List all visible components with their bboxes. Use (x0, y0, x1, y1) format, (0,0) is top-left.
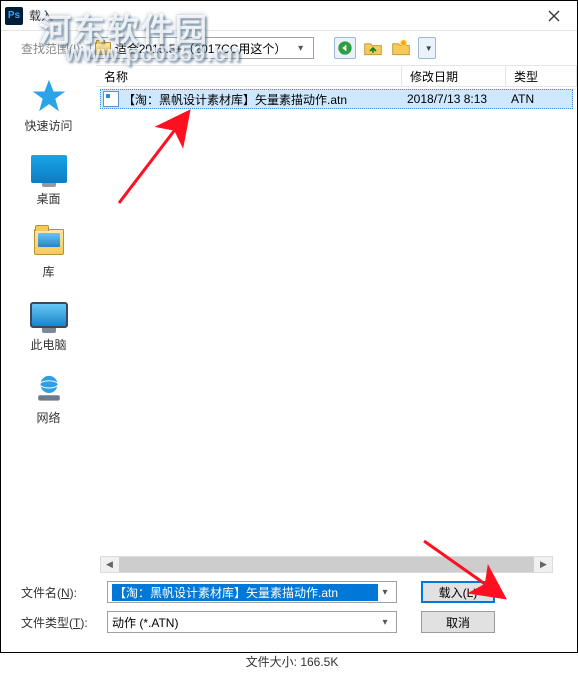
look-in-combobox[interactable]: 适合2015.5+（2017CC用这个） ▾ (90, 37, 314, 59)
new-folder-icon (391, 39, 411, 57)
quick-access-icon (29, 79, 69, 113)
chevron-down-icon: ▾ (293, 43, 309, 54)
places-bar: 快速访问 桌面 库 此电脑 网络 (1, 65, 96, 573)
horizontal-scrollbar[interactable]: ◀ ▶ (100, 556, 553, 573)
chevron-down-icon: ▾ (378, 617, 392, 628)
look-in-value: 适合2015.5+（2017CC用这个） (115, 40, 293, 57)
places-this-pc[interactable]: 此电脑 (1, 290, 96, 363)
file-icon (103, 91, 119, 107)
column-type[interactable]: 类型 (506, 66, 577, 86)
file-list[interactable]: 【淘：黑帆设计素材库】矢量素描动作.atn 2018/7/13 8:13 ATN… (96, 87, 577, 573)
back-arrow-icon (337, 40, 353, 56)
file-date: 2018/7/13 8:13 (407, 92, 511, 106)
look-in-row: 查找范围(I): 适合2015.5+（2017CC用这个） ▾ (1, 31, 577, 65)
list-header: 名称 修改日期 类型 (96, 65, 577, 87)
title-bar: Ps 载入 (1, 1, 577, 31)
filename-label: 文件名(N): (21, 584, 97, 601)
scrollbar-thumb[interactable] (119, 557, 534, 572)
window-title: 载入 (29, 7, 531, 24)
places-label: 网络 (36, 409, 60, 426)
bottom-controls: 文件名(N): 【淘：黑帆设计素材库】矢量素描动作.atn ▾ 载入(L) 文件… (1, 573, 577, 674)
folder-up-icon (363, 39, 383, 57)
column-name[interactable]: 名称 (96, 66, 402, 86)
file-name: 【淘：黑帆设计素材库】矢量素描动作.atn (123, 91, 407, 108)
scroll-left-icon[interactable]: ◀ (101, 557, 118, 572)
filename-value: 【淘：黑帆设计素材库】矢量素描动作.atn (112, 584, 378, 601)
close-button[interactable] (531, 1, 577, 31)
app-icon: Ps (5, 7, 23, 25)
folder-icon (95, 42, 111, 55)
look-in-toolbar: ▼ (334, 37, 436, 59)
file-row[interactable]: 【淘：黑帆设计素材库】矢量素描动作.atn 2018/7/13 8:13 ATN (100, 89, 573, 109)
places-label: 此电脑 (30, 336, 66, 353)
scroll-right-icon[interactable]: ▶ (535, 557, 552, 572)
chevron-down-icon: ▾ (378, 587, 392, 598)
back-button[interactable] (334, 37, 356, 59)
load-button[interactable]: 载入(L) (421, 581, 495, 603)
libraries-icon (29, 225, 69, 259)
places-libraries[interactable]: 库 (1, 217, 96, 290)
this-pc-icon (29, 298, 69, 332)
places-desktop[interactable]: 桌面 (1, 144, 96, 217)
file-list-area: 名称 修改日期 类型 【淘：黑帆设计素材库】矢量素描动作.atn 2018/7/… (96, 65, 577, 573)
desktop-icon (29, 152, 69, 186)
new-folder-button[interactable] (390, 37, 412, 59)
column-date[interactable]: 修改日期 (402, 66, 506, 86)
places-network[interactable]: 网络 (1, 363, 96, 436)
network-icon (29, 371, 69, 405)
filetype-combobox[interactable]: 动作 (*.ATN) ▾ (107, 611, 397, 633)
cancel-button[interactable]: 取消 (421, 611, 495, 633)
filetype-value: 动作 (*.ATN) (112, 614, 378, 631)
places-label: 库 (42, 263, 54, 280)
file-type: ATN (511, 92, 572, 106)
places-quick-access[interactable]: 快速访问 (1, 71, 96, 144)
places-label: 桌面 (36, 190, 60, 207)
filename-combobox[interactable]: 【淘：黑帆设计素材库】矢量素描动作.atn ▾ (107, 581, 397, 603)
up-one-level-button[interactable] (362, 37, 384, 59)
places-label: 快速访问 (24, 117, 72, 134)
file-size-label: 文件大小: 166.5K (21, 641, 563, 674)
look-in-label: 查找范围(I): (21, 40, 84, 57)
filetype-label: 文件类型(T): (21, 614, 97, 631)
main-area: 快速访问 桌面 库 此电脑 网络 (1, 65, 577, 573)
view-menu-button[interactable]: ▼ (418, 37, 436, 59)
chevron-down-icon: ▼ (425, 44, 433, 53)
